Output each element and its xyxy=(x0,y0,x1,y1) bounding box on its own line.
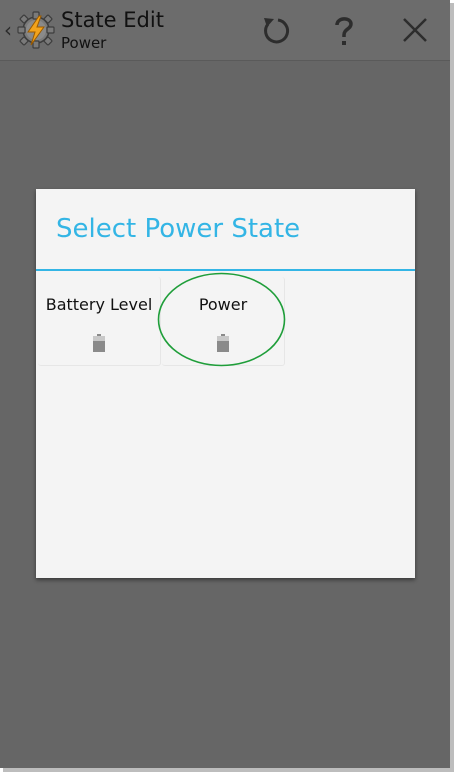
close-button[interactable] xyxy=(393,8,437,52)
grid-item-battery-level[interactable]: Battery Level xyxy=(38,277,161,366)
close-icon xyxy=(403,18,427,42)
app-icon[interactable] xyxy=(16,10,56,50)
grid-item-label: Power xyxy=(198,295,248,314)
battery-icon xyxy=(93,334,105,352)
grid-item-label: Battery Level xyxy=(45,295,153,314)
grid-item-power[interactable]: Power xyxy=(162,277,285,366)
up-caret-icon[interactable]: ‹ xyxy=(4,18,14,42)
help-icon xyxy=(335,17,353,45)
action-bar: ‹ State Edit Power xyxy=(0,0,450,61)
battery-icon xyxy=(217,334,229,352)
undo-icon xyxy=(264,18,290,44)
screen-title: State Edit xyxy=(61,8,164,32)
dialog-divider xyxy=(36,269,415,271)
undo-button[interactable] xyxy=(253,8,297,52)
help-button[interactable] xyxy=(322,8,366,52)
select-power-state-dialog: Select Power State Battery Level Power xyxy=(36,189,415,578)
dialog-title: Select Power State xyxy=(56,214,301,244)
screen-subtitle: Power xyxy=(61,34,107,52)
app-screen: ‹ State Edit Power Select Power State Ba… xyxy=(0,0,450,768)
